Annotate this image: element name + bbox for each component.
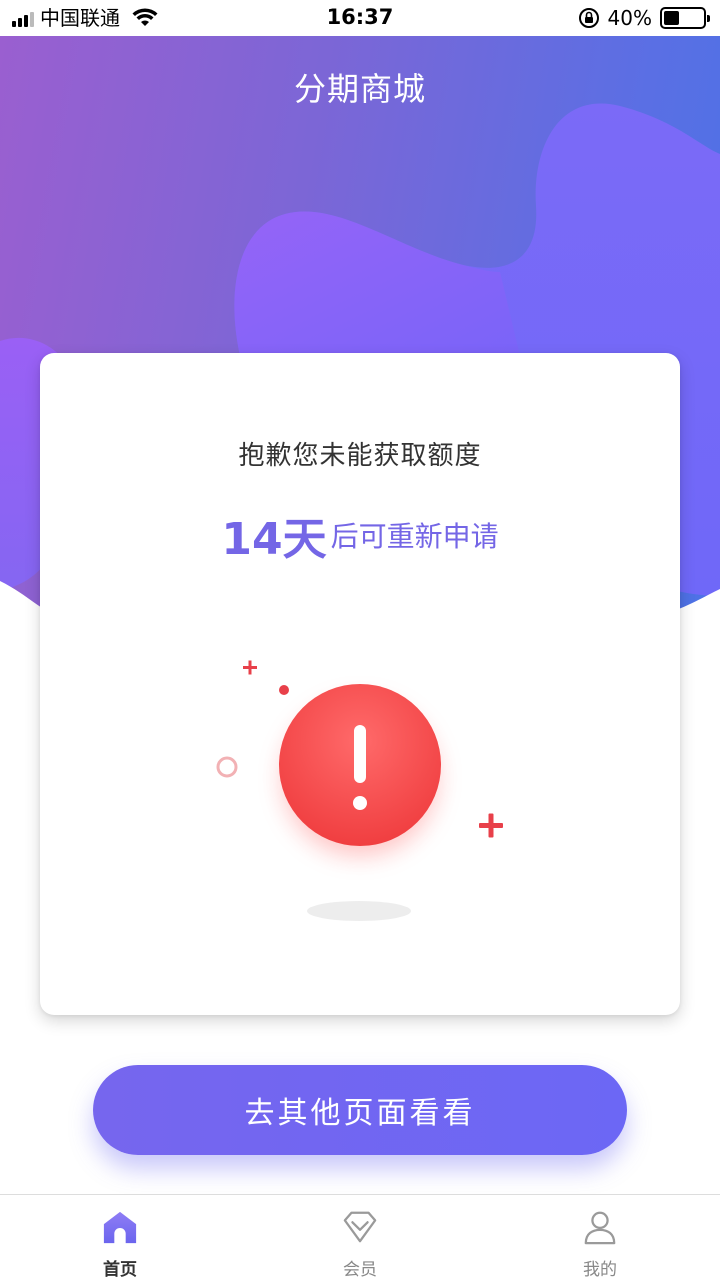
- warning-illustration: [216, 660, 503, 921]
- tab-home[interactable]: 首页: [0, 1195, 240, 1280]
- decor-dot-icon: [279, 685, 289, 695]
- decor-plus-icon: [243, 660, 257, 675]
- tab-membership[interactable]: 会员: [240, 1195, 480, 1280]
- days-count: 14天: [221, 514, 327, 565]
- tab-profile-label: 我的: [583, 1260, 617, 1280]
- decor-plus-icon: [479, 813, 503, 838]
- battery-percent: 40%: [607, 6, 652, 30]
- tab-profile[interactable]: 我的: [480, 1195, 720, 1280]
- decor-ring-icon: [216, 756, 238, 778]
- diamond-icon: [343, 1211, 377, 1243]
- tab-home-label: 首页: [103, 1260, 137, 1280]
- reapply-text: 后可重新申请: [330, 520, 499, 553]
- rotation-lock-icon: [578, 8, 599, 28]
- home-icon: [103, 1211, 137, 1244]
- status-bar: 中国联通 16:37 40%: [0, 0, 720, 36]
- rejection-message: 抱歉您未能获取额度: [238, 441, 482, 471]
- reapply-notice: 14天 后可重新申请: [40, 503, 680, 567]
- shadow-ellipse: [307, 901, 411, 921]
- bottom-tab-bar: 首页 会员 我的: [0, 1194, 720, 1280]
- result-card: 抱歉您未能获取额度 14天 后可重新申请: [40, 353, 680, 1015]
- battery-icon: [660, 7, 710, 29]
- browse-other-pages-button[interactable]: 去其他页面看看: [93, 1065, 627, 1155]
- page-title: 分期商城: [293, 70, 426, 108]
- user-icon: [584, 1211, 616, 1245]
- tab-membership-label: 会员: [343, 1260, 377, 1280]
